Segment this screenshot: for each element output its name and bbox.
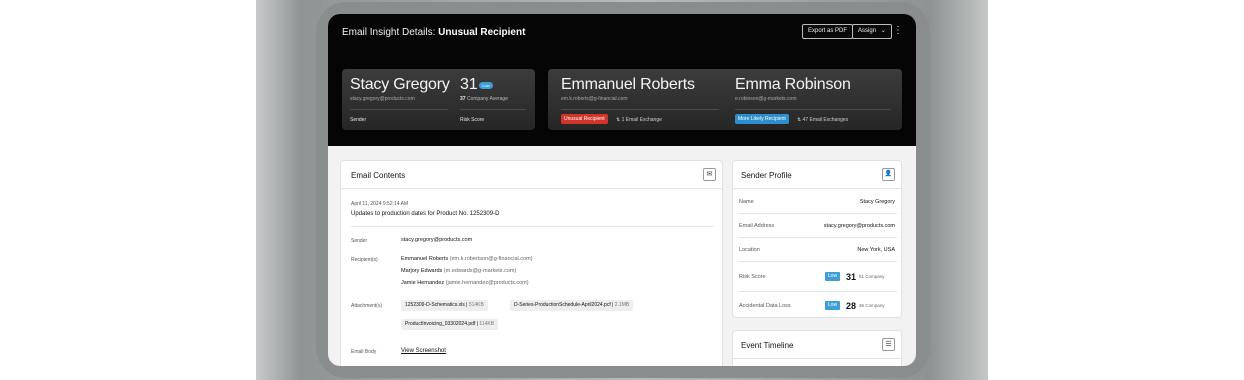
recipient-2-email: e.robinson@g-markets.com bbox=[735, 96, 797, 102]
row-divider bbox=[739, 237, 897, 238]
recipient-1-name: Emmanuel Roberts bbox=[561, 76, 695, 93]
header-bar: Email Insight Details: Unusual Recipient… bbox=[328, 14, 916, 146]
sender-field-label: Sender bbox=[351, 238, 368, 244]
profile-email-value: stacy.gregory@products.com bbox=[823, 223, 895, 229]
list-icon[interactable]: ☰ bbox=[882, 338, 895, 351]
event-timeline-title: Event Timeline bbox=[741, 341, 794, 350]
email-contents-title: Email Contents bbox=[351, 171, 406, 180]
email-subject: Updates to production dates for Product … bbox=[351, 211, 500, 217]
recipient-2-exchange-label: 47 Email Exchanges bbox=[802, 117, 849, 123]
exchange-icon: ⇅ bbox=[797, 117, 802, 123]
recipient-1-exchange: ⇅ 1 Email Exchange bbox=[616, 117, 662, 123]
page-title: Email Insight Details: Unusual Recipient bbox=[342, 27, 525, 38]
profile-name-label: Name bbox=[739, 199, 754, 205]
attachment-name: D-Series-ProductionSchedule-April2024.pc… bbox=[514, 302, 611, 308]
more-options-icon[interactable]: ⋮ bbox=[893, 25, 903, 37]
profile-risk-badge: Low bbox=[825, 272, 840, 281]
sender-card: Stacy Gregory stacy.gregory@products.com… bbox=[342, 69, 535, 130]
recipient-1-divider bbox=[561, 109, 719, 110]
chevron-down-icon: ⌄ bbox=[880, 28, 886, 34]
recipient-2-name: Emma Robinson bbox=[735, 76, 851, 93]
recipient-email: (em.k.robertson@g-financial.com) bbox=[449, 256, 533, 262]
recipients-field-label: Recipient(s) bbox=[351, 257, 378, 263]
row-divider bbox=[739, 213, 897, 214]
assign-label: Assign bbox=[858, 28, 877, 34]
sender-email: stacy.gregory@products.com bbox=[350, 96, 415, 102]
recipient-name: Marjory Edwards bbox=[401, 268, 443, 274]
app-screen: Email Insight Details: Unusual Recipient… bbox=[328, 14, 916, 366]
sender-risk-badge: Low bbox=[479, 82, 493, 89]
profile-risk-value: 31 bbox=[846, 272, 857, 282]
sender-profile-title: Sender Profile bbox=[741, 171, 792, 180]
sender-field-value: stacy.gregory@products.com bbox=[401, 237, 473, 243]
view-screenshot-link[interactable]: View Screenshot bbox=[401, 348, 446, 354]
attachment-name: 1252309-D-Schematics.xls bbox=[405, 302, 465, 308]
profile-location-value: New York, USA bbox=[857, 247, 895, 253]
attachment-size: 114KB bbox=[479, 321, 495, 327]
tablet-frame: Email Insight Details: Unusual Recipient… bbox=[316, 2, 930, 378]
recipient-1-email: em.k.roberts@g-financial.com bbox=[561, 96, 628, 102]
recipient-entry: Marjory Edwards (m.edwards@g-markets.com… bbox=[401, 268, 516, 274]
recipient-entry: Jamie Hernandez (jamie.hernandez@product… bbox=[401, 280, 529, 286]
attachment-chip[interactable]: ProductInvoicing_03302024.pdf | 114KB bbox=[401, 319, 499, 330]
sender-divider bbox=[350, 109, 448, 110]
risk-score-label: Risk Score bbox=[460, 117, 485, 123]
recipient-email: (jamie.hernandez@products.com) bbox=[445, 280, 529, 286]
recipient-entry: Emmanuel Roberts (em.k.robertson@g-finan… bbox=[401, 256, 533, 262]
attachment-name: ProductInvoicing_03302024.pdf bbox=[405, 321, 476, 327]
recipient-name: Jamie Hernandez bbox=[401, 280, 445, 286]
sender-risk-value: 31 bbox=[460, 76, 478, 93]
row-divider bbox=[739, 261, 897, 262]
panel-divider bbox=[733, 358, 903, 359]
profile-location-label: Location bbox=[739, 247, 760, 253]
event-timeline-panel: Event Timeline ☰ bbox=[732, 330, 903, 366]
attachment-chip[interactable]: D-Series-ProductionSchedule-April2024.pc… bbox=[510, 300, 634, 311]
recipient-2-exchange: ⇅ 47 Email Exchanges bbox=[797, 117, 848, 123]
attachment-chip[interactable]: 1252309-D-Schematics.xls | 514KB bbox=[401, 300, 488, 311]
email-date: April 11, 2024 9:52:14 AM bbox=[351, 201, 409, 207]
page-title-prefix: Email Insight Details: bbox=[342, 27, 436, 38]
attachments-field-label: Attachment(s) bbox=[351, 303, 383, 309]
recipient-2-divider bbox=[735, 109, 891, 110]
profile-adl-badge: Low bbox=[825, 301, 840, 310]
person-icon[interactable]: 👤 bbox=[882, 168, 895, 181]
panel-divider bbox=[341, 188, 724, 189]
company-average-label: Company Average bbox=[466, 96, 508, 102]
recipient-2-status-badge: More Likely Recipient bbox=[735, 114, 789, 124]
profile-name-value: Stacy Gregory bbox=[859, 199, 895, 205]
recipient-email: (m.edwards@g-markets.com) bbox=[443, 268, 517, 274]
email-body-label: Email Body bbox=[351, 349, 377, 355]
profile-risk-company: 61 Company bbox=[859, 274, 885, 279]
export-pdf-label: Export as PDF bbox=[808, 28, 848, 34]
profile-risk-label: Risk Score bbox=[739, 274, 766, 280]
subject-divider bbox=[351, 226, 714, 227]
profile-adl-label: Accidental Data Loss bbox=[739, 303, 791, 309]
page-title-strong: Unusual Recipient bbox=[438, 27, 526, 38]
email-contents-panel: Email Contents ✉ April 11, 2024 9:52:14 … bbox=[340, 160, 724, 366]
company-average-value: 37 bbox=[460, 96, 466, 102]
sender-profile-panel: Sender Profile 👤 Name Stacy Gregory Emai… bbox=[732, 160, 903, 318]
attachment-size: 514KB bbox=[468, 302, 484, 308]
export-pdf-button[interactable]: Export as PDF bbox=[802, 24, 854, 39]
profile-email-label: Email Address bbox=[739, 223, 775, 229]
profile-adl-value: 28 bbox=[846, 301, 857, 311]
recipient-1-exchange-label: 1 Email Exchange bbox=[621, 117, 662, 123]
attachment-size: 2.1MB bbox=[614, 302, 630, 308]
row-divider bbox=[739, 291, 897, 292]
company-average: 37 Company Average bbox=[460, 96, 508, 102]
assign-button[interactable]: Assign ⌄ bbox=[852, 24, 892, 39]
risk-divider bbox=[460, 109, 526, 110]
recipients-card: Emmanuel Roberts em.k.roberts@g-financia… bbox=[548, 69, 902, 130]
panel-divider bbox=[733, 188, 903, 189]
recipient-1-status-badge: Unusual Recipient bbox=[561, 114, 608, 124]
sender-role-label: Sender bbox=[350, 117, 367, 123]
sender-name: Stacy Gregory bbox=[350, 76, 450, 93]
envelope-icon[interactable]: ✉ bbox=[703, 168, 716, 181]
exchange-icon: ⇅ bbox=[616, 117, 621, 123]
recipient-name: Emmanuel Roberts bbox=[401, 256, 449, 262]
profile-adl-company: 36 Company bbox=[859, 303, 885, 308]
